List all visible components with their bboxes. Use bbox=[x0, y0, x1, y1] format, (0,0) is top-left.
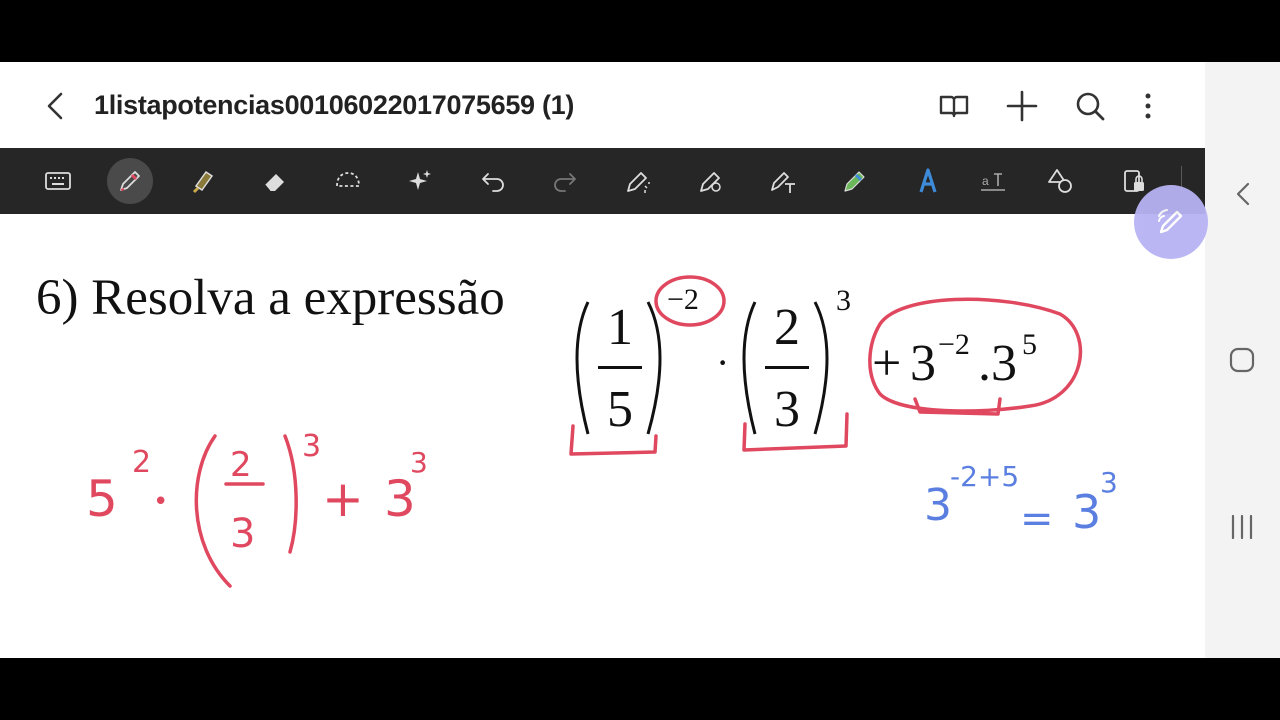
text-style-tool[interactable] bbox=[905, 158, 951, 204]
ink-left-paren bbox=[194, 434, 232, 588]
pen-sparkle-icon bbox=[627, 172, 650, 193]
pencil-tool[interactable] bbox=[832, 158, 878, 204]
highlighter-tool[interactable] bbox=[180, 158, 226, 204]
letterbox-bottom bbox=[0, 658, 1280, 720]
pen-toolbar: a bbox=[0, 148, 1205, 214]
ai-sparkle-icon bbox=[409, 170, 431, 190]
svg-text:a: a bbox=[982, 174, 989, 188]
highlighter-icon bbox=[192, 170, 214, 194]
keyboard-icon bbox=[45, 172, 71, 190]
ink-exp-3: 3 bbox=[302, 429, 321, 464]
chevron-left-icon bbox=[1236, 182, 1250, 206]
exponent-circle bbox=[654, 275, 726, 327]
text-style-icon bbox=[919, 168, 937, 193]
pen-icon bbox=[120, 171, 140, 191]
ink-base-5: 5 bbox=[86, 470, 118, 528]
home-square-icon bbox=[1229, 347, 1255, 373]
red-ink-text: 5 2 • 2 3 3 + 3 3 bbox=[86, 429, 428, 557]
lasso-tool[interactable] bbox=[325, 158, 371, 204]
document-title: 1listapotencias00106022017075659 (1) bbox=[94, 90, 575, 120]
blue-base-3b: 3 bbox=[1072, 485, 1101, 539]
back-button[interactable] bbox=[36, 86, 76, 126]
redo-icon bbox=[554, 173, 576, 192]
undo-icon bbox=[482, 173, 504, 192]
plus-icon bbox=[1006, 90, 1038, 122]
text-spacing-tool[interactable]: a bbox=[970, 158, 1016, 204]
text-spacing-icon: a bbox=[981, 173, 1005, 191]
undo-button[interactable] bbox=[470, 158, 516, 204]
handwritten-annotations: 5 2 • 2 3 3 + 3 3 3 -2+5 = 3 3 bbox=[86, 275, 1118, 588]
pencil-icon bbox=[844, 171, 865, 192]
ink-dot: • bbox=[153, 487, 168, 517]
text-pen-tool[interactable] bbox=[760, 158, 806, 204]
ink-right-paren bbox=[283, 434, 298, 554]
pen-wifi-icon bbox=[1158, 209, 1183, 234]
chevron-left-icon bbox=[47, 92, 63, 120]
ink-frac-num: 2 bbox=[230, 445, 252, 485]
blue-exponent: -2+5 bbox=[950, 460, 1019, 493]
shapes-tool[interactable] bbox=[1037, 158, 1083, 204]
keyboard-tool[interactable] bbox=[35, 158, 81, 204]
more-options-button[interactable] bbox=[1128, 86, 1168, 126]
letterbox-top bbox=[0, 0, 1280, 62]
lock-icon bbox=[1124, 170, 1144, 192]
bracket-under-frac1 bbox=[569, 424, 658, 456]
note-app: 1listapotencias00106022017075659 (1) a 6… bbox=[0, 62, 1205, 658]
book-view-button[interactable] bbox=[934, 86, 974, 126]
recents-icon bbox=[1231, 514, 1253, 540]
third-term-circle bbox=[868, 297, 1083, 413]
blue-equals: = bbox=[1020, 496, 1054, 542]
bracket-under-frac2 bbox=[742, 412, 849, 452]
ink-plus: + bbox=[322, 470, 364, 528]
floating-pen-button[interactable] bbox=[1134, 185, 1208, 259]
blue-exp-3: 3 bbox=[1100, 466, 1118, 499]
search-icon bbox=[1076, 92, 1105, 121]
title-bar: 1listapotencias00106022017075659 (1) bbox=[0, 62, 1205, 148]
ink-exp-2: 2 bbox=[132, 445, 151, 480]
add-page-button[interactable] bbox=[1002, 86, 1042, 126]
ink-frac-den: 3 bbox=[230, 511, 255, 557]
pen-effects-tool[interactable] bbox=[615, 158, 661, 204]
pen-settings-tool[interactable] bbox=[688, 158, 734, 204]
blue-base-3: 3 bbox=[924, 480, 952, 531]
eraser-tool[interactable] bbox=[252, 158, 298, 204]
nav-recents-button[interactable] bbox=[1222, 507, 1262, 547]
red-ink-marks bbox=[194, 275, 1083, 588]
pen-settings-icon bbox=[700, 172, 721, 192]
ink-exp-3b: 3 bbox=[410, 446, 428, 479]
ai-assist-tool[interactable] bbox=[397, 158, 443, 204]
redo-button[interactable] bbox=[542, 158, 588, 204]
nav-home-button[interactable] bbox=[1222, 340, 1262, 380]
eraser-icon bbox=[264, 174, 284, 192]
text-pen-icon bbox=[771, 172, 795, 193]
search-button[interactable] bbox=[1070, 86, 1110, 126]
more-vertical-icon bbox=[1145, 93, 1151, 119]
nav-back-button[interactable] bbox=[1222, 174, 1262, 214]
shapes-icon bbox=[1048, 169, 1072, 193]
pen-tool[interactable] bbox=[107, 158, 153, 204]
note-canvas[interactable]: 6) Resolva a expressão 1 5 −2 · 2 3 3 + bbox=[0, 214, 1205, 658]
blue-ink-text: 3 -2+5 = 3 3 bbox=[924, 460, 1118, 542]
book-icon bbox=[939, 95, 969, 118]
lasso-icon bbox=[336, 172, 360, 187]
